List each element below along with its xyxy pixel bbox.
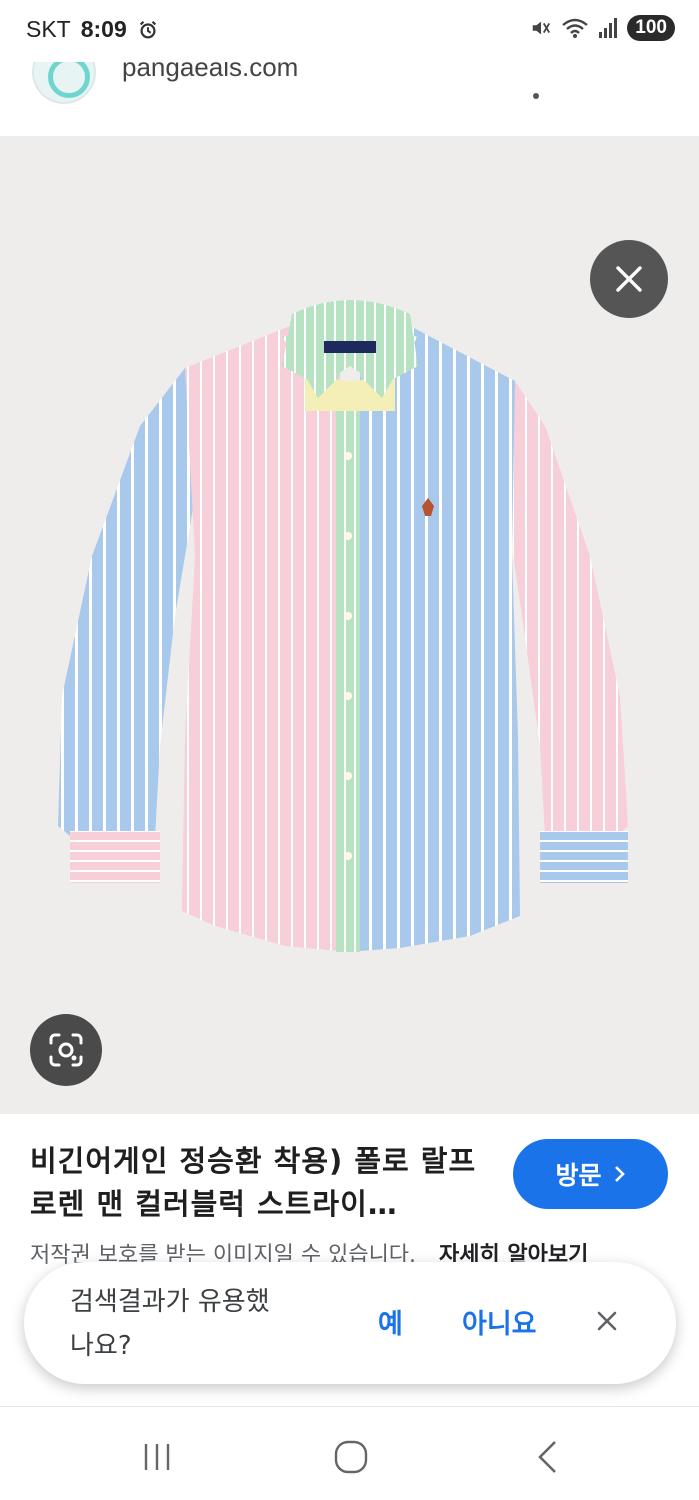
recent-apps-button[interactable] — [137, 1437, 177, 1477]
image-preview[interactable] — [0, 136, 699, 1114]
feedback-no-button[interactable]: 아니요 — [462, 1302, 537, 1341]
source-header[interactable]: pangaeals.com — [0, 62, 699, 136]
lens-icon — [49, 1033, 83, 1067]
back-icon — [538, 1441, 556, 1473]
feedback-close-icon[interactable] — [592, 1306, 622, 1336]
visit-label: 방문 — [555, 1161, 602, 1190]
site-name[interactable]: pangaeals.com — [122, 62, 298, 80]
clock: 8:09 — [80, 16, 127, 42]
chevron-right-icon — [614, 1166, 625, 1182]
recent-apps-icon — [144, 1444, 170, 1470]
status-bar: SKT 8:09 100 — [0, 0, 699, 62]
home-icon — [334, 1440, 368, 1474]
signal-icon — [599, 18, 618, 38]
feedback-yes-button[interactable]: 예 — [378, 1302, 403, 1341]
carrier-label: SKT — [26, 16, 71, 42]
close-icon — [616, 266, 642, 292]
more-options-icon[interactable] — [533, 93, 539, 99]
mute-icon — [533, 21, 551, 35]
home-button[interactable] — [331, 1437, 371, 1477]
visit-button[interactable]: 방문 — [513, 1139, 668, 1209]
wifi-icon — [562, 18, 589, 38]
site-favicon-icon — [32, 62, 96, 104]
close-button[interactable] — [590, 240, 668, 318]
feedback-card: 검색결과가 유용했나요? 예 아니요 — [24, 1262, 676, 1384]
lens-search-button[interactable] — [30, 1014, 102, 1086]
back-button[interactable] — [528, 1437, 568, 1477]
status-right: 100 — [530, 15, 675, 41]
navigation-bar — [0, 1406, 699, 1500]
result-title[interactable]: 비긴어게인 정승환 착용) 폴로 랄프로렌 맨 컬러블럭 스트라이… — [30, 1140, 500, 1226]
feedback-question: 검색결과가 유용했나요? — [70, 1287, 270, 1361]
alarm-icon — [139, 20, 156, 38]
status-left: SKT 8:09 — [26, 16, 159, 43]
battery-level: 100 — [627, 15, 675, 41]
